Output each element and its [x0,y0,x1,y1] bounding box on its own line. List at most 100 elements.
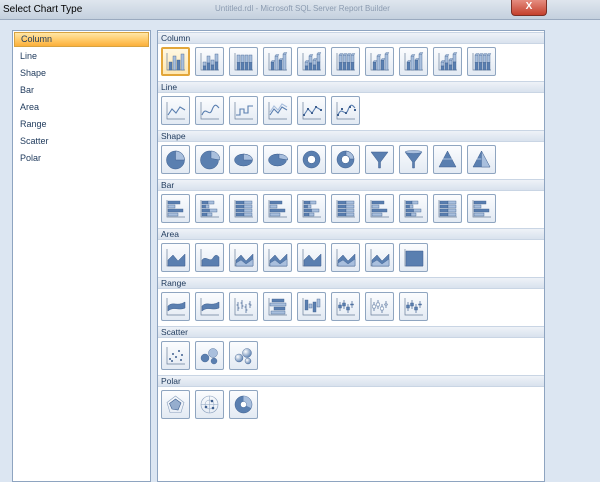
range-chart-icon [166,298,186,316]
chart-type-3d-pyramid-button[interactable] [467,145,496,174]
chart-type-bubble-button[interactable] [195,341,224,370]
chart-type-stacked-area-button[interactable] [229,243,258,272]
chart-type-pyramid-button[interactable] [433,145,462,174]
pie-chart-icon [166,150,185,170]
chart-type-3d-funnel-button[interactable] [399,145,428,174]
exploded-doughnut-chart-icon [336,150,355,169]
chart-type-3d-stacked-bar-button[interactable] [297,194,326,223]
chart-type-3d-100-stacked-column-button[interactable] [331,47,360,76]
chart-type-3d-cylinder-column-button[interactable] [399,47,428,76]
chart-type-3d-line-button[interactable] [263,96,292,125]
scatter-chart-icon [166,347,185,365]
chart-type-smooth-area-button[interactable] [195,243,224,272]
chart-type-funnel-button[interactable] [365,145,394,174]
stepped-line-chart-icon [234,102,253,120]
chart-type-stacked-column-button[interactable] [195,47,224,76]
category-item-range[interactable]: Range [14,117,149,132]
section-header-range: Range [158,277,544,289]
chart-type-3d-bubble-button[interactable] [229,341,258,370]
100-stacked-area-chart-icon [268,249,288,267]
section-header-column: Column [158,32,544,44]
chart-type-doughnut-button[interactable] [297,145,326,174]
dialog-body: Column Line Shape Bar Area Range Scatter Polar … [0,20,600,482]
chart-type-3d-polar-button[interactable] [229,390,258,419]
3d-100-stacked-area-chart-icon [370,249,390,267]
chart-type-100-stacked-column-button[interactable] [229,47,258,76]
chart-type-range-button[interactable] [161,292,190,321]
chart-type-100-stacked-area-button[interactable] [263,243,292,272]
category-item-column[interactable]: Column [14,32,149,47]
chart-type-3d-full-area-button[interactable] [399,243,428,272]
bar-chart-icon [166,200,185,218]
chart-type-line-button[interactable] [161,96,190,125]
3d-stacked-bar-chart-icon [302,200,321,218]
stacked-area-chart-icon [234,249,254,267]
chart-type-polar-button[interactable] [195,390,224,419]
chart-type-candlestick-button[interactable] [331,292,360,321]
3d-cylinder-column-chart-icon [404,52,424,71]
3d-100-stacked-bar-chart-icon [336,200,355,218]
chart-type-smooth-line-button[interactable] [195,96,224,125]
chart-type-stock-button[interactable] [229,292,258,321]
chart-type-3d-stacked-cylinder-bar-button[interactable] [399,194,428,223]
bubble-chart-icon [200,348,218,365]
3d-bubble-chart-icon [234,348,252,365]
chart-type-smooth-line-with-markers-button[interactable] [331,96,360,125]
category-item-bar[interactable]: Bar [14,83,149,98]
chart-type-3d-stacked-cylinder-column-button[interactable] [433,47,462,76]
chart-type-3d-clustered-column-button[interactable] [263,47,292,76]
chart-type-3d-stacked-area-button[interactable] [331,243,360,272]
dialog-title-bar[interactable]: Select Chart Type Untitled.rdl - Microso… [0,0,600,20]
chart-type-exploded-pie-button[interactable] [195,145,224,174]
chart-type-exploded-doughnut-button[interactable] [331,145,360,174]
section-header-line: Line [158,81,544,93]
3d-100-stacked-cylinder-column-chart-icon [472,53,492,71]
chart-type-area-button[interactable] [161,243,190,272]
category-item-scatter[interactable]: Scatter [14,134,149,149]
3d-stacked-column-chart-icon [302,52,322,71]
window-title: Untitled.rdl - Microsoft SQL Server Repo… [215,4,390,13]
chart-type-100-stacked-bar-button[interactable] [229,194,258,223]
chart-type-3d-100-stacked-bar-button[interactable] [331,194,360,223]
chart-type-pie-button[interactable] [161,145,190,174]
chart-type-smooth-range-button[interactable] [195,292,224,321]
box-plot-chart-icon [404,298,423,316]
3d-clustered-bar-chart-icon [268,200,287,218]
chart-type-3d-exploded-pie-button[interactable] [263,145,292,174]
chart-type-3d-stacked-column-button[interactable] [297,47,326,76]
category-list[interactable]: Column Line Shape Bar Area Range Scatter Polar [12,30,151,482]
chart-type-3d-100-stacked-cylinder-column-button[interactable] [467,47,496,76]
chart-type-gallery[interactable]: Column Line Shape Bar Area Range Scatter Polar [157,30,545,482]
category-item-area[interactable]: Area [14,100,149,115]
range-column-chart-icon [302,298,321,316]
chart-type-error-bar-button[interactable] [365,292,394,321]
chart-type-line-with-markers-button[interactable] [297,96,326,125]
chart-type-stacked-bar-button[interactable] [195,194,224,223]
chart-type-column-button[interactable] [161,47,190,76]
column-chart-icon [166,53,185,71]
line-chart-icon [166,102,186,120]
chart-type-3d-pie-button[interactable] [229,145,258,174]
chart-type-scatter-button[interactable] [161,341,190,370]
chart-type-3d-cylinder-bar-button[interactable] [365,194,394,223]
funnel-chart-icon [370,151,389,169]
chart-type-bar-button[interactable] [161,194,190,223]
category-item-polar[interactable]: Polar [14,151,149,166]
chart-type-3d-column-button[interactable] [365,47,394,76]
close-button[interactable]: X [511,0,547,16]
chart-type-3d-100-stacked-area-button[interactable] [365,243,394,272]
chart-type-3d-100-stacked-cylinder-bar-button[interactable] [433,194,462,223]
chart-type-3d-clustered-bar-button[interactable] [263,194,292,223]
3d-column-chart-icon [370,52,390,71]
category-item-shape[interactable]: Shape [14,66,149,81]
smooth-line-chart-icon [200,102,220,120]
chart-type-3d-bar-button[interactable] [467,194,496,223]
chart-type-range-bar-button[interactable] [263,292,292,321]
3d-bar-chart-icon [472,200,491,218]
category-item-line[interactable]: Line [14,49,149,64]
chart-type-3d-area-button[interactable] [297,243,326,272]
chart-type-stepped-line-button[interactable] [229,96,258,125]
chart-type-range-column-button[interactable] [297,292,326,321]
chart-type-box-plot-button[interactable] [399,292,428,321]
chart-type-radar-button[interactable] [161,390,190,419]
